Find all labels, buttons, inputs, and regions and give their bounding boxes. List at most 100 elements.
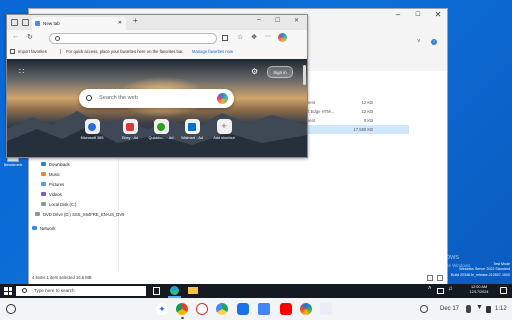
file-size: 12 KB xyxy=(361,100,373,105)
nav-label: Downloads xyxy=(49,161,70,167)
address-bar[interactable] xyxy=(49,33,217,44)
microsoft-365-glyph xyxy=(88,122,96,131)
battery-tray-icon[interactable] xyxy=(486,306,491,313)
nav-item-pictures[interactable]: Pictures xyxy=(29,179,118,189)
nav-item-music[interactable]: Music xyxy=(29,169,118,179)
mic-tray-icon[interactable] xyxy=(466,305,471,313)
import-favorites-link[interactable]: Import favorites xyxy=(18,46,47,57)
drive-app-icon[interactable] xyxy=(216,303,228,315)
shortcut-ebay[interactable]: Ebay · Ad xyxy=(113,119,147,140)
shortcut-add[interactable]: + Add shortcut xyxy=(207,119,241,140)
edge-taskbar-icon[interactable] xyxy=(170,286,179,295)
walmart-glyph xyxy=(188,122,196,131)
windows-logo-icon xyxy=(4,291,8,295)
ebay-icon xyxy=(122,119,138,134)
taskbar-search-box[interactable]: Type here to search xyxy=(16,286,146,296)
collections-icon[interactable]: ❖ xyxy=(251,33,257,41)
shortcut-walmart[interactable]: Walmart · Ad xyxy=(175,119,209,140)
search-icon xyxy=(55,36,60,41)
launcher-icon[interactable] xyxy=(6,304,16,314)
file-row[interactable]: rosoft Edge HTM... 12 KB xyxy=(299,107,409,116)
tab-new-tab[interactable]: New tab ✕ xyxy=(32,17,126,30)
nav-label: Videos xyxy=(49,191,62,197)
new-tab-icon xyxy=(35,21,40,26)
new-tab-page: ∷ ⚙ Sign in Search the web Microsoft 365… xyxy=(7,59,307,157)
ebay-glyph xyxy=(126,122,134,131)
page-scrollbar[interactable] xyxy=(303,65,306,85)
shortcut-label: Ebay · Ad xyxy=(121,136,139,140)
tab-strip: New tab ✕ + – ☐ ✕ xyxy=(7,15,307,30)
stylus-tray-icon[interactable] xyxy=(420,305,428,313)
close-button[interactable]: ✕ xyxy=(294,17,299,24)
more-options-icon[interactable]: ⋯ xyxy=(265,33,271,40)
walmart-icon xyxy=(184,119,200,134)
nav-item-network[interactable]: Network xyxy=(29,223,118,233)
quickbooks-icon xyxy=(153,119,169,134)
quickbooks-glyph xyxy=(157,122,165,131)
shortcut-quickbooks[interactable]: Quickbo... · Ad xyxy=(144,119,178,140)
tab-actions-icon[interactable] xyxy=(22,19,29,26)
shortcut-microsoft-365[interactable]: Microsoft 365 xyxy=(75,119,109,140)
chrome-app-icon[interactable] xyxy=(176,303,188,315)
search-icon xyxy=(86,95,92,101)
nav-item-local-disk[interactable]: Local Disk (C:) xyxy=(29,199,118,209)
file-row-selected[interactable]: File17,550 KB xyxy=(299,125,409,134)
nav-item-dvd-drive[interactable]: DVD Drive (D:) SSS_X64FRE_EN-US_DV9 xyxy=(29,209,124,219)
minimize-button[interactable]: – xyxy=(389,9,407,21)
help-icon[interactable]: ? xyxy=(431,39,437,45)
shelf-time[interactable]: 1:12 xyxy=(495,302,507,316)
windows-logo-icon xyxy=(8,291,12,295)
file-row[interactable]: ocument0 KB xyxy=(299,116,409,125)
youtube-app-icon[interactable] xyxy=(280,303,292,315)
maximize-button[interactable]: ☐ xyxy=(275,17,280,24)
file-explorer-taskbar-icon[interactable] xyxy=(188,287,198,294)
maximize-button[interactable]: ☐ xyxy=(409,9,427,21)
music-icon xyxy=(41,172,46,176)
add-shortcut-icon: + xyxy=(216,119,232,134)
volume-tray-icon[interactable]: ♫ xyxy=(448,286,453,292)
minimize-button[interactable]: – xyxy=(257,16,261,23)
profile-icon[interactable] xyxy=(11,19,18,26)
copilot-icon[interactable] xyxy=(278,33,287,42)
nav-item-videos[interactable]: Videos xyxy=(29,189,118,199)
gemini-app-icon[interactable]: ✦ xyxy=(156,303,168,315)
windows-logo-icon xyxy=(8,287,12,291)
start-button[interactable] xyxy=(4,287,12,295)
import-icon xyxy=(10,49,15,54)
taskbar-clock[interactable]: 12:00 AM 12/17/2024 xyxy=(462,285,496,295)
tray-chevron-icon[interactable]: ˄ xyxy=(428,286,432,292)
settings-icon[interactable]: ⚙ xyxy=(251,67,258,76)
edition-label: Windows Server 2022 Standard xyxy=(459,267,510,271)
close-tab-icon[interactable]: ✕ xyxy=(118,17,122,30)
notifications-icon[interactable] xyxy=(500,287,507,294)
activate-windows-title: Activate Windows xyxy=(400,252,460,261)
remote-desktop-app-icon[interactable] xyxy=(300,303,312,315)
copilot-icon[interactable] xyxy=(217,93,228,104)
wifi-tray-icon[interactable]: ▼ xyxy=(476,304,483,311)
network-tray-icon[interactable] xyxy=(437,288,444,294)
task-view-icon[interactable] xyxy=(153,287,160,295)
nav-label: Network xyxy=(40,225,56,231)
manage-favorites-link[interactable]: Manage favorites now xyxy=(192,46,233,57)
refresh-icon[interactable]: ↻ xyxy=(27,33,33,41)
files-app-icon[interactable] xyxy=(237,303,249,315)
favorites-star-icon[interactable]: ☆ xyxy=(237,33,243,41)
shortcut-label: Microsoft 365 xyxy=(80,136,104,140)
web-search-box[interactable]: Search the web xyxy=(79,89,234,108)
sign-in-button[interactable]: Sign in xyxy=(267,66,293,78)
play-store-app-icon[interactable] xyxy=(320,303,332,315)
new-tab-button[interactable]: + xyxy=(133,16,138,25)
windows-taskbar: Type here to search ˄ ♫ 12:00 AM 12/17/2… xyxy=(0,284,512,298)
split-screen-icon[interactable] xyxy=(222,35,228,41)
gmail-app-icon[interactable] xyxy=(196,303,208,315)
favorites-bar-separator xyxy=(60,49,61,54)
status-bar: 4 items 1 item selected 16.6 MB xyxy=(32,275,92,280)
docs-app-icon[interactable] xyxy=(258,303,270,315)
back-icon[interactable]: ← xyxy=(12,33,19,40)
nav-item-downloads[interactable]: Downloads xyxy=(29,159,118,169)
shelf-date[interactable]: Dec 17 xyxy=(440,302,459,316)
close-button[interactable]: ✕ xyxy=(429,9,447,21)
expand-ribbon-icon[interactable]: ˅ xyxy=(417,39,421,45)
app-launcher-icon[interactable]: ∷ xyxy=(19,68,24,76)
file-row[interactable]: ocument12 KB xyxy=(299,98,409,107)
